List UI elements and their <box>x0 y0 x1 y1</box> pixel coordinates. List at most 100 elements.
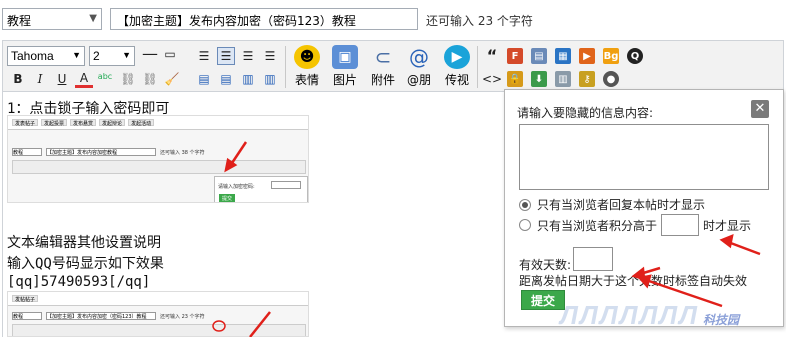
outdent-icon[interactable]: ▥ <box>261 70 279 88</box>
mini-tab: 发起投票 <box>41 119 68 127</box>
download-icon[interactable]: ⬇ <box>531 71 547 87</box>
code-icon[interactable]: <> <box>482 70 502 88</box>
bg-icon[interactable]: Bg <box>603 48 619 64</box>
image-icon: ▣ <box>332 45 358 69</box>
align-center-icon[interactable]: ☰ <box>217 47 235 65</box>
free-icon[interactable]: F <box>507 48 523 64</box>
hide-content-dialog: 请输入要隐藏的信息内容: ✕ 只有当浏览者回复本帖时才显示 只有当浏览者积分高于… <box>504 89 784 327</box>
submit-button[interactable]: 提交 <box>521 290 565 310</box>
title-input[interactable]: 【加密主题】发布内容加密（密码123）教程 <box>110 8 418 30</box>
list-box-icon[interactable]: ▥ <box>555 71 571 87</box>
unordered-list-icon[interactable]: ▤ <box>217 70 235 88</box>
mention-label: @朋 <box>406 73 431 87</box>
mini-tab: 发表帖子 <box>12 119 39 127</box>
mini-toolbar <box>12 160 306 174</box>
font-color-button[interactable]: A <box>75 70 93 88</box>
editor-line: 文本编辑器其他设置说明 <box>7 235 161 251</box>
site-watermark: ЛЛЛЛЛЛЛ 科技园 <box>560 300 739 331</box>
mini-tab: 发布悬赏 <box>70 119 97 127</box>
attachment-button[interactable]: ⊂ 附件 <box>365 43 401 89</box>
category-select[interactable]: 教程 ▼ <box>2 8 102 30</box>
video-button[interactable]: ▶ 传视 <box>439 43 475 89</box>
at-icon: @ <box>409 45 429 69</box>
eraser-icon[interactable]: 🧹 <box>163 70 181 88</box>
spellcheck-icon[interactable]: abc <box>95 68 115 86</box>
chevron-down-icon: ▼ <box>122 50 131 60</box>
chevron-down-icon: ▼ <box>72 50 81 60</box>
mini-submit: 提交 <box>219 194 236 202</box>
expiry-hint: 距离发帖日期大于这个天数时标签自动失效 <box>519 274 748 288</box>
table-icon[interactable]: ▦ <box>555 48 571 64</box>
align-right-icon[interactable]: ☰ <box>239 47 257 65</box>
flash-icon[interactable]: ▶ <box>579 48 595 64</box>
attachment-label: 附件 <box>370 73 395 87</box>
embedded-screenshot: 发帖帖子 教程 【加密主题】发布内容加密（密码123）教程 还可输入 23 个字… <box>7 291 309 337</box>
mini-title: 【加密主题】发布内容加密（密码123）教程 <box>46 312 156 320</box>
link-icon[interactable]: ⛓ <box>119 70 137 88</box>
ordered-list-icon[interactable]: ▤ <box>195 70 213 88</box>
align-justify-icon[interactable]: ☰ <box>261 47 279 65</box>
font-size-select[interactable]: 2 ▼ <box>89 46 135 66</box>
editor-line: 输入QQ号码显示如下效果 <box>7 256 164 272</box>
horizontal-rule-icon[interactable]: — <box>141 45 159 63</box>
font-size-value: 2 <box>93 49 100 63</box>
toolbar-divider <box>477 46 478 88</box>
font-family-select[interactable]: Tahoma ▼ <box>7 46 85 66</box>
underline-button[interactable]: U <box>53 70 71 88</box>
mini-title: 【加密主题】发布内容加密教程 <box>46 148 156 156</box>
quote-icon[interactable]: “ <box>483 47 501 65</box>
radio-label: 只有当浏览者回复本帖时才显示 <box>537 198 706 212</box>
category-value: 教程 <box>7 14 32 28</box>
emoticon-label: 表情 <box>294 73 319 87</box>
smiley-icon: ☻ <box>294 45 320 69</box>
radio-reply-only[interactable]: 只有当浏览者回复本帖时才显示 <box>519 196 705 213</box>
dialog-title: 请输入要隐藏的信息内容: <box>517 106 654 120</box>
radio-button[interactable] <box>519 219 531 231</box>
unlink-icon[interactable]: ⛓ <box>141 70 159 88</box>
indent-icon[interactable]: ▥ <box>239 70 257 88</box>
separator-icon[interactable]: ▭ <box>161 45 179 63</box>
mini-popup-input <box>271 181 301 189</box>
mini-category: 教程 <box>12 312 42 320</box>
emoticon-button[interactable]: ☻ 表情 <box>289 43 325 89</box>
toolbar-divider <box>285 46 286 88</box>
mini-remaining: 还可输入 23 个字符 <box>160 314 205 320</box>
editor-line: [qq]57490593[/qq] <box>7 274 151 290</box>
mini-tab: 发帖帖子 <box>12 295 39 303</box>
mini-category: 教程 <box>12 148 42 156</box>
italic-button[interactable]: I <box>31 70 49 88</box>
score-threshold-input[interactable] <box>661 214 700 236</box>
post-header: 教程 ▼ 【加密主题】发布内容加密（密码123）教程 还可输入 23 个字符 <box>0 0 786 40</box>
mini-tab: 发起活动 <box>128 119 155 127</box>
media-icon[interactable]: ● <box>603 71 619 87</box>
lock-icon[interactable]: 🔒 <box>507 71 523 87</box>
play-icon: ▶ <box>444 45 470 69</box>
watermark-site-name: 科技园 <box>703 313 740 327</box>
editor-toolbar: Tahoma ▼ 2 ▼ — ▭ B I U A abc ⛓ ⛓ 🧹 ☰ ☰ ☰… <box>2 40 784 92</box>
valid-days-input[interactable] <box>573 247 613 271</box>
mini-tab: 发起辩论 <box>99 119 126 127</box>
chevron-down-icon: ▼ <box>89 13 97 24</box>
mini-popup-label: 请输入加密密码: <box>218 184 255 190</box>
radio-score[interactable]: 只有当浏览者积分高于 时才显示 <box>519 214 751 236</box>
mini-tabs: 发表帖子 发起投票 发布悬赏 发起辩论 发起活动 <box>8 116 308 130</box>
hidden-content-textarea[interactable] <box>519 124 769 190</box>
valid-days-label: 有效天数: <box>519 258 572 272</box>
image-button[interactable]: ▣ 图片 <box>327 43 363 89</box>
key-icon[interactable]: ⚷ <box>579 71 595 87</box>
embedded-screenshot: 发表帖子 发起投票 发布悬赏 发起辩论 发起活动 教程 【加密主题】发布内容加密… <box>7 115 309 203</box>
bold-button[interactable]: B <box>9 70 27 88</box>
image-label: 图片 <box>332 73 357 87</box>
char-remaining-text: 还可输入 23 个字符 <box>426 14 533 28</box>
radio-button[interactable] <box>519 198 531 211</box>
radio-label-suffix: 时才显示 <box>703 218 752 233</box>
radio-label: 只有当浏览者积分高于 <box>537 218 658 233</box>
mention-button[interactable]: @ @朋 <box>401 43 437 89</box>
align-left-icon[interactable]: ☰ <box>195 47 213 65</box>
qq-icon[interactable]: Q <box>627 48 643 64</box>
watermark-logo: ЛЛЛЛЛЛЛ <box>560 300 700 330</box>
video-label: 传视 <box>444 73 469 87</box>
font-family-value: Tahoma <box>11 49 54 63</box>
page-icon[interactable]: ▤ <box>531 48 547 64</box>
close-icon[interactable]: ✕ <box>751 100 769 118</box>
